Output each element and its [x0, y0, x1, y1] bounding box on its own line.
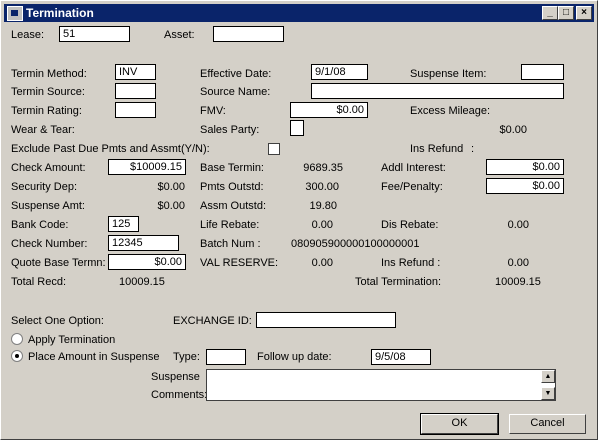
termin-rating-label: Termin Rating:: [11, 105, 82, 117]
base-termin-label: Base Termin:: [200, 162, 264, 174]
cancel-button[interactable]: Cancel: [509, 414, 586, 434]
suspense-amt-label: Suspense Amt:: [11, 200, 85, 212]
place-in-suspense-radio[interactable]: [11, 350, 23, 362]
fmv-input[interactable]: $0.00: [290, 102, 368, 118]
type-label: Type:: [173, 351, 200, 363]
termination-window: Termination _ □ × Lease: 51 Asset: Termi…: [0, 0, 598, 440]
val-reserve-value: 0.00: [311, 257, 333, 269]
termin-source-label: Termin Source:: [11, 86, 85, 98]
excess-mileage-label: Excess Mileage:: [410, 105, 491, 117]
total-recd-value: 10009.15: [119, 276, 165, 288]
fee-penalty-label: Fee/Penalty:: [381, 181, 443, 193]
life-rebate-label: Life Rebate:: [200, 219, 260, 231]
base-termin-value: 9689.35: [303, 162, 343, 174]
check-number-input[interactable]: 12345: [108, 235, 179, 251]
apply-termination-label: Apply Termination: [28, 334, 116, 346]
assm-outstd-label: Assm Outstd:: [200, 200, 267, 212]
exchange-id-input[interactable]: [256, 312, 396, 328]
batch-num-label: Batch Num :: [200, 238, 261, 250]
quote-base-label: Quote Base Termn:: [11, 257, 106, 269]
wear-tear-label: Wear & Tear:: [11, 124, 75, 136]
pmts-outstd-value: 300.00: [305, 181, 339, 193]
life-rebate-value: 0.00: [311, 219, 333, 231]
sales-party-label: Sales Party:: [200, 124, 260, 136]
total-termination-label: Total Termination:: [355, 276, 442, 288]
lease-label: Lease:: [11, 29, 45, 41]
bank-code-label: Bank Code:: [11, 219, 69, 231]
select-option-label: Select One Option:: [11, 315, 104, 327]
source-name-input[interactable]: [311, 83, 564, 99]
bank-code-input[interactable]: 125: [108, 216, 139, 232]
effective-date-input[interactable]: 9/1/08: [311, 64, 368, 80]
pmts-outstd-label: Pmts Outstd:: [200, 181, 264, 193]
suspense-item-label: Suspense Item:: [410, 68, 487, 80]
ok-button[interactable]: OK: [420, 413, 499, 435]
quote-base-input[interactable]: $0.00: [108, 254, 186, 270]
sales-party-input[interactable]: [290, 120, 304, 136]
window-title: Termination: [26, 6, 94, 20]
effective-date-label: Effective Date:: [200, 68, 272, 80]
total-termination-value: 10009.15: [495, 276, 541, 288]
ins-refund-top-label: Ins Refund: [410, 143, 464, 155]
security-dep-label: Security Dep:: [11, 181, 78, 193]
title-bar[interactable]: Termination _ □ ×: [4, 4, 594, 22]
type-input[interactable]: [206, 349, 246, 365]
addl-interest-input[interactable]: $0.00: [486, 159, 564, 175]
addl-interest-label: Addl Interest:: [381, 162, 446, 174]
lease-input[interactable]: 51: [59, 26, 130, 42]
check-number-label: Check Number:: [11, 238, 88, 250]
suspense-item-input[interactable]: [521, 64, 564, 80]
assm-outstd-value: 19.80: [309, 200, 337, 212]
check-amount-label: Check Amount:: [11, 162, 86, 174]
apply-termination-radio[interactable]: [11, 333, 23, 345]
fee-penalty-input[interactable]: $0.00: [486, 178, 564, 194]
termin-method-label: Termin Method:: [11, 68, 87, 80]
termin-source-input[interactable]: [115, 83, 156, 99]
excess-mileage-value: $0.00: [499, 124, 527, 136]
security-dep-value: $0.00: [157, 181, 185, 193]
close-button[interactable]: ×: [576, 6, 592, 20]
suspense-amt-value: $0.00: [157, 200, 185, 212]
suspense-comments-textarea[interactable]: ▲ ▼: [206, 369, 556, 401]
follow-up-date-label: Follow up date:: [257, 351, 332, 363]
source-name-label: Source Name:: [200, 86, 271, 98]
termin-method-input[interactable]: INV: [115, 64, 156, 80]
ins-refund-bottom-value: 0.00: [507, 257, 529, 269]
exclude-checkbox[interactable]: [268, 143, 280, 155]
termin-rating-input[interactable]: [115, 102, 156, 118]
fmv-label: FMV:: [200, 105, 226, 117]
val-reserve-label: VAL RESERVE:: [200, 257, 279, 269]
comments-label: Comments:: [151, 389, 208, 401]
asset-label: Asset:: [164, 29, 195, 41]
ins-refund-top-separator: :: [471, 143, 475, 155]
app-icon: [7, 6, 23, 21]
scroll-down-icon[interactable]: ▼: [541, 387, 555, 400]
batch-num-value: 080905900000100000001: [291, 238, 420, 250]
check-amount-input[interactable]: $10009.15: [108, 159, 186, 175]
place-in-suspense-label: Place Amount in Suspense: [28, 351, 160, 363]
dis-rebate-label: Dis Rebate:: [381, 219, 439, 231]
scroll-up-icon[interactable]: ▲: [541, 370, 555, 383]
ins-refund-bottom-label: Ins Refund :: [381, 257, 441, 269]
exchange-id-label: EXCHANGE ID:: [173, 315, 252, 327]
suspense-label: Suspense: [151, 371, 200, 383]
minimize-button[interactable]: _: [542, 6, 558, 20]
total-recd-label: Total Recd:: [11, 276, 67, 288]
dis-rebate-value: 0.00: [507, 219, 529, 231]
exclude-label: Exclude Past Due Pmts and Assmt(Y/N):: [11, 143, 210, 155]
follow-up-date-input[interactable]: 9/5/08: [371, 349, 431, 365]
maximize-button[interactable]: □: [558, 6, 574, 20]
asset-input[interactable]: [213, 26, 284, 42]
